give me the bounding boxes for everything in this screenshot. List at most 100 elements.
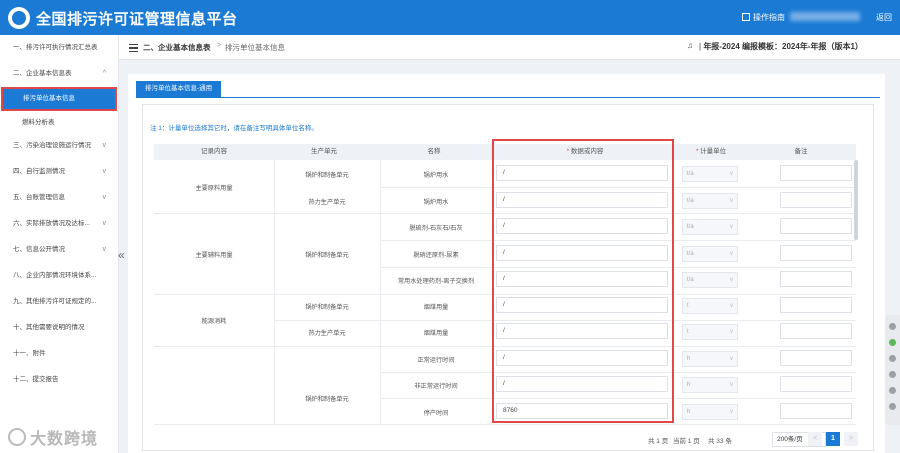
form-note: 注 1：计量单位选择其它时，请在备注写明具体单位名称。 [150,125,318,132]
unit-select[interactable]: t/a v [682,219,738,235]
tool-icon[interactable] [889,339,896,346]
item-name: 锅炉用水 [423,199,449,206]
col-unit: * 计量单位 [695,148,727,155]
sidebar-item-other-rules[interactable]: 九、其他排污许可证规定的... [0,289,118,315]
unit-select[interactable]: t/a v [682,166,738,182]
tool-icon[interactable] [889,355,896,362]
sidebar-item-fuel-analysis[interactable]: 燃料分析表 [0,111,118,135]
table-scrollbar[interactable] [854,160,858,240]
breadcrumb-separator: > [217,42,222,49]
sidebar-item-env-system[interactable]: 八、企业内部情况环境体系... [0,263,118,289]
remark-input[interactable] [780,403,852,419]
chevron-up-icon: ^ [102,70,106,77]
user-name-blurred [790,12,860,21]
sidebar-item-summary[interactable]: 一、排污许可执行情况汇总表 [0,35,118,61]
pager-total-pages: 共 1 页 [648,438,669,445]
sidebar-item-basic-info[interactable]: 二、企业基本信息表 ^ [0,61,118,87]
chevron-down-icon: v [730,198,733,204]
chevron-down-icon: v [730,224,733,230]
sidebar-item-attachments[interactable]: 十一、附件 [0,341,118,367]
group-energy: 能源消耗 [201,318,227,325]
chevron-down-icon: v [102,142,107,149]
remark-input[interactable] [780,218,852,234]
top-bar: 全国排污许可证管理信息平台 操作指南 返回 [0,0,900,35]
tool-icon[interactable] [889,387,896,394]
unit-label: 锅炉和制备单元 [305,252,349,259]
content-header: 二、企业基本信息表 > 排污单位基本信息 ♫ | 年报-2024 编报模板：20… [119,35,900,60]
unit-select[interactable]: tv [682,298,738,314]
item-name: 停产时间 [423,410,449,417]
item-name: 烟煤用量 [423,304,449,311]
unit-select[interactable]: t/a v [682,272,738,288]
sidebar-item-facility-operation[interactable]: 三、污染治理设施运行情况 v [0,133,118,159]
chevron-down-icon: v [102,168,107,175]
chevron-down-icon: v [102,194,107,201]
floating-toolbar [885,315,900,425]
remark-input[interactable] [780,165,852,181]
chevron-down-icon: v [730,409,733,415]
item-name: 脱硫剂-石灰石/石灰 [409,225,463,232]
group-aux-materials: 主要辅料用量 [195,252,233,259]
double-chevron-left-icon[interactable]: « [118,248,125,262]
col-name: 名称 [427,148,441,155]
item-name: 非正常运行时间 [414,383,458,390]
breadcrumb-section[interactable]: 二、企业基本信息表 [143,42,211,53]
chevron-down-icon: v [730,251,733,257]
remark-input[interactable] [780,297,852,313]
chevron-down-icon: v [730,303,733,309]
unit-select[interactable]: t/a v [682,246,738,262]
col-record-content: 记录内容 [201,148,227,155]
pager-total-items: 共 33 条 [708,438,732,445]
menu-icon[interactable] [129,44,138,52]
chevron-down-icon: v [102,246,107,253]
remark-input[interactable] [780,350,852,366]
chevron-down-icon: v [730,382,733,388]
unit-select[interactable]: t/a v [682,193,738,209]
tab-unit-basic-info[interactable]: 排污单位基本信息-通用 [136,81,222,97]
tool-icon[interactable] [889,371,896,378]
chevron-down-icon: v [730,171,733,177]
unit-select[interactable]: hv [682,404,738,420]
unit-select[interactable]: tv [682,324,738,340]
tool-icon[interactable] [889,323,896,330]
unit-select[interactable]: hv [682,351,738,367]
unit-label: 热力生产单元 [308,199,346,206]
remark-input[interactable] [780,376,852,392]
sidebar-item-ledger[interactable]: 五、台账管理信息 v [0,185,118,211]
prev-page-button[interactable]: < [808,432,822,446]
chevron-down-icon: v [102,220,107,227]
notification-icon[interactable]: ♫ [687,41,693,50]
data-column-highlight [492,139,674,423]
item-name: 正常运行时间 [417,357,455,364]
platform-logo [8,7,30,29]
sidebar-item-other-notes[interactable]: 十、其他需要说明的情况 [0,315,118,341]
remark-input[interactable] [780,271,852,287]
sidebar-item-submit[interactable]: 十二、提交报告 [0,367,118,393]
item-name: 常用水处理药剂-离子交换剂 [397,278,475,285]
sidebar-item-disclosure[interactable]: 七、信息公开情况 v [0,237,118,263]
remark-input[interactable] [780,192,852,208]
chevron-down-icon: v [730,277,733,283]
item-name: 烟煤用量 [423,330,449,337]
next-page-button[interactable]: > [844,432,858,446]
remark-input[interactable] [780,323,852,339]
sidebar-item-unit-basic-info[interactable]: 排污单位基本信息 [1,87,117,111]
unit-select[interactable]: hv [682,377,738,393]
guide-icon [742,13,750,21]
page-1-button[interactable]: 1 [826,432,840,446]
remark-input[interactable] [780,245,852,261]
tab-underline [136,97,880,98]
unit-label: 热力生产单元 [308,330,346,337]
chevron-down-icon: v [730,356,733,362]
sidebar-item-emissions[interactable]: 六、实际排放情况及达标... v [0,211,118,237]
pager-current: 当前 1 页 [673,438,700,445]
operation-guide-link[interactable]: 操作指南 [742,12,785,23]
sidebar-item-self-monitoring[interactable]: 四、自行监测情况 v [0,159,118,185]
app-title: 全国排污许可证管理信息平台 [36,11,238,28]
col-production-unit: 生产单元 [311,148,337,155]
tool-icon[interactable] [889,403,896,410]
report-info: | 年报-2024 编报模板：2024年-年报（版本1） [699,42,863,51]
back-button[interactable]: 返回 [876,12,892,23]
item-name: 脱硝还原剂-尿素 [413,252,459,259]
col-remarks: 备注 [794,148,808,155]
